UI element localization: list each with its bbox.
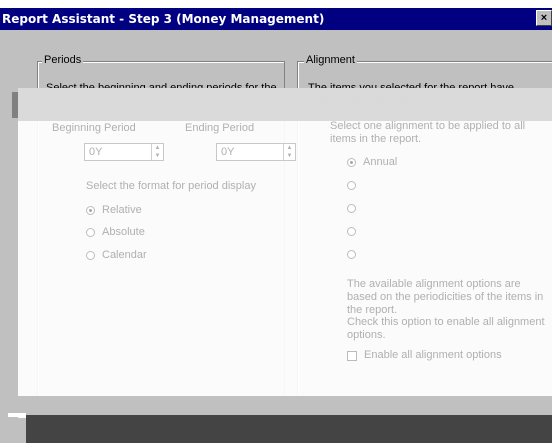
window-title: Report Assistant - Step 3 (Money Managem… xyxy=(2,12,325,26)
enable-options-note: Check this option to enable all alignmen… xyxy=(347,316,545,341)
close-button[interactable]: × xyxy=(536,10,552,26)
spin-down-icon[interactable]: ▼ xyxy=(152,152,163,160)
radio-annual-label: Annual xyxy=(363,156,398,168)
faded-header-strip xyxy=(18,88,552,121)
beginning-period-value: 0Y xyxy=(89,146,103,158)
enable-all-alignment-checkbox[interactable] xyxy=(347,351,357,361)
period-format-label: Select the format for period display xyxy=(86,180,256,192)
spinner-arrows[interactable]: ▲ ▼ xyxy=(283,144,295,160)
bottom-edge-mark xyxy=(8,413,26,417)
radio-calendar-label: Calendar xyxy=(102,249,147,261)
spin-up-icon[interactable]: ▲ xyxy=(284,144,295,152)
radio-annual[interactable] xyxy=(347,158,356,167)
spin-down-icon[interactable]: ▼ xyxy=(284,152,295,160)
close-icon[interactable]: × xyxy=(541,12,547,24)
ending-period-label: Ending Period xyxy=(185,122,255,134)
radio-relative-label: Relative xyxy=(102,204,142,216)
radio-alignment-option-3[interactable] xyxy=(347,204,356,213)
report-assistant-window: Report Assistant - Step 3 (Money Managem… xyxy=(0,0,552,443)
top-strip xyxy=(0,0,552,8)
alignment-select-prompt: Select one alignment to be applied to al… xyxy=(330,120,526,145)
button-area xyxy=(0,396,552,415)
spin-up-icon[interactable]: ▲ xyxy=(152,144,163,152)
dark-bottom-bar xyxy=(26,415,552,443)
title-bar: Report Assistant - Step 3 (Money Managem… xyxy=(0,8,552,30)
alignment-options-note: The available alignment options are base… xyxy=(347,278,544,316)
radio-alignment-option-5[interactable] xyxy=(347,250,356,259)
ending-period-value: 0Y xyxy=(221,146,235,158)
periods-group-title: Periods xyxy=(42,54,84,66)
radio-alignment-option-4[interactable] xyxy=(347,227,356,236)
spinner-arrows[interactable]: ▲ ▼ xyxy=(151,144,163,160)
radio-alignment-option-2[interactable] xyxy=(347,181,356,190)
alignment-group-title: Alignment xyxy=(304,54,357,66)
radio-absolute[interactable] xyxy=(86,228,95,237)
beginning-period-label: Beginning Period xyxy=(52,122,136,134)
radio-calendar[interactable] xyxy=(86,251,95,260)
beginning-period-spinner[interactable]: 0Y ▲ ▼ xyxy=(84,143,164,161)
enable-all-alignment-label[interactable]: Enable all alignment options xyxy=(364,349,502,362)
radio-relative[interactable] xyxy=(86,206,95,215)
radio-absolute-label: Absolute xyxy=(102,226,145,238)
ending-period-spinner[interactable]: 0Y ▲ ▼ xyxy=(216,143,296,161)
